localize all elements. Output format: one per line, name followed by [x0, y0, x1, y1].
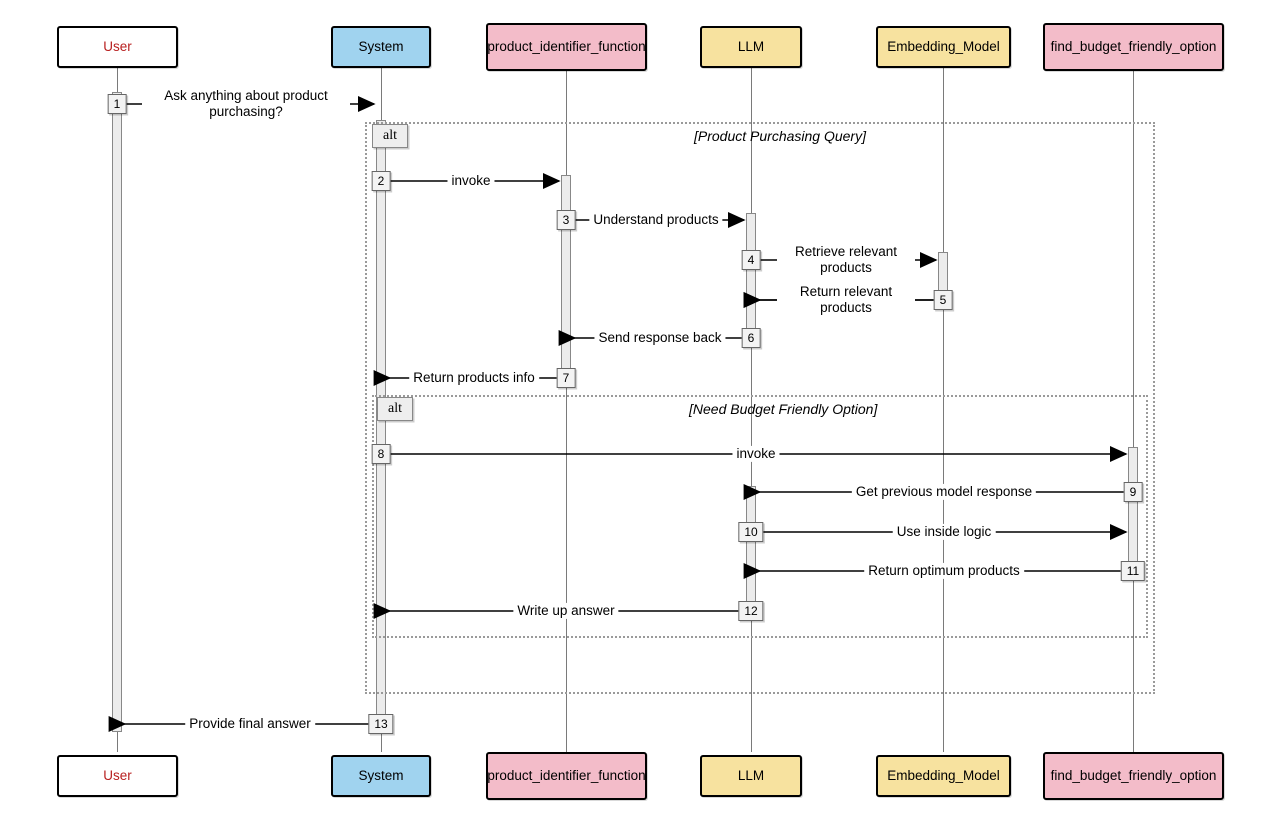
participant-label: Embedding_Model — [887, 39, 1000, 55]
step-5: 5 — [934, 290, 953, 310]
participant-emb-bottom: Embedding_Model — [876, 755, 1011, 797]
msg-1: Ask anything about product purchasing? — [142, 88, 350, 120]
activation-user — [112, 92, 122, 732]
participant-label: product_identifier_function — [487, 39, 645, 55]
step-7: 7 — [557, 368, 576, 388]
step-10: 10 — [738, 522, 763, 542]
participant-label: find_budget_friendly_option — [1051, 768, 1217, 784]
msg-2: invoke — [447, 173, 494, 189]
msg-8: invoke — [732, 446, 779, 462]
msg-5: Return relevant products — [777, 284, 915, 316]
participant-label: User — [103, 39, 132, 55]
participant-system-bottom: System — [331, 755, 431, 797]
msg-3: Understand products — [589, 212, 722, 228]
sequence-diagram: User System product_identifier_function … — [0, 0, 1268, 820]
step-2: 2 — [372, 171, 391, 191]
participant-label: Embedding_Model — [887, 768, 1000, 784]
participant-user-top: User — [57, 26, 178, 68]
alt-label-outer: alt — [372, 124, 408, 148]
participant-llm-top: LLM — [700, 26, 802, 68]
participant-fbfo-bottom: find_budget_friendly_option — [1043, 752, 1224, 800]
participant-label: find_budget_friendly_option — [1051, 39, 1217, 55]
msg-4: Retrieve relevant products — [777, 244, 915, 276]
msg-7: Return products info — [409, 370, 539, 386]
alt-guard-outer: [Product Purchasing Query] — [694, 128, 866, 144]
alt-guard-inner: [Need Budget Friendly Option] — [689, 401, 877, 417]
step-3: 3 — [557, 210, 576, 230]
step-11: 11 — [1121, 561, 1145, 581]
step-8: 8 — [372, 444, 391, 464]
msg-9: Get previous model response — [852, 484, 1036, 500]
step-9: 9 — [1124, 482, 1143, 502]
participant-label: LLM — [738, 39, 764, 55]
msg-6: Send response back — [594, 330, 725, 346]
alt-label-inner: alt — [377, 397, 413, 421]
msg-12: Write up answer — [513, 603, 618, 619]
participant-label: product_identifier_function — [487, 768, 645, 784]
participant-label: User — [103, 768, 132, 784]
msg-11: Return optimum products — [864, 563, 1024, 579]
participant-label: System — [358, 768, 403, 784]
step-1: 1 — [108, 94, 127, 114]
step-12: 12 — [738, 601, 763, 621]
msg-13: Provide final answer — [185, 716, 315, 732]
participant-fbfo-top: find_budget_friendly_option — [1043, 23, 1224, 71]
participant-label: LLM — [738, 768, 764, 784]
participant-user-bottom: User — [57, 755, 178, 797]
participant-label: System — [358, 39, 403, 55]
participant-llm-bottom: LLM — [700, 755, 802, 797]
participant-emb-top: Embedding_Model — [876, 26, 1011, 68]
step-13: 13 — [368, 714, 393, 734]
participant-pif-bottom: product_identifier_function — [486, 752, 647, 800]
msg-10: Use inside logic — [893, 524, 996, 540]
participant-system-top: System — [331, 26, 431, 68]
participant-pif-top: product_identifier_function — [486, 23, 647, 71]
step-6: 6 — [742, 328, 761, 348]
step-4: 4 — [742, 250, 761, 270]
